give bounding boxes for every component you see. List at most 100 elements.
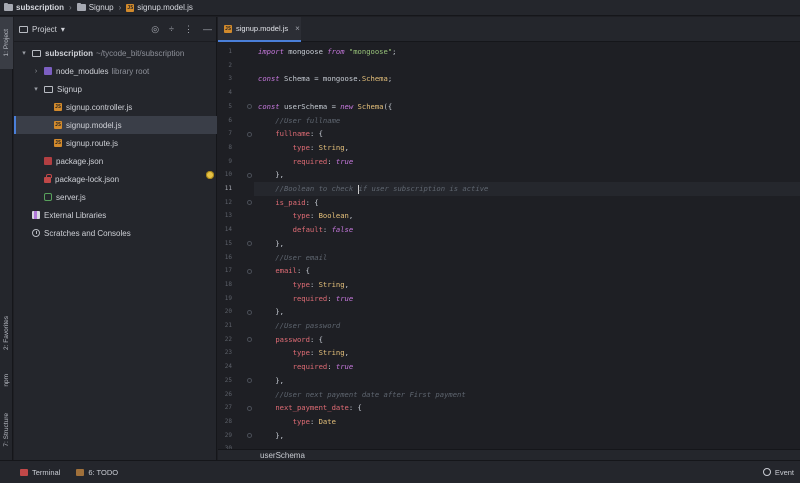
code-line: const Schema = mongoose.Schema; bbox=[258, 72, 392, 86]
project-panel: Project ▾ ◎ ÷ ⋮ — ▾ subscription ~/tycode_… bbox=[14, 17, 217, 460]
tree-item[interactable]: › node_modules library root bbox=[14, 62, 217, 80]
code-token: ; bbox=[392, 47, 397, 56]
code-token: from bbox=[327, 47, 345, 56]
breadcrumb-file[interactable]: JS signup.model.js bbox=[126, 3, 193, 12]
code-token: : bbox=[322, 225, 332, 235]
fold-marker-icon[interactable] bbox=[247, 405, 252, 411]
code-line: email: { bbox=[258, 264, 310, 278]
line-number-gutter: 1 2 3 4 5 6 7 8 9 10 11 12 13 14 15 16 17 18 19 20 21 22 23 24 2… bbox=[206, 42, 254, 452]
tree-item[interactable]: ▾ subscription ~/tycode_bit/subscription bbox=[14, 44, 217, 62]
fold-marker-icon[interactable] bbox=[247, 309, 252, 315]
code-token: : bbox=[327, 362, 336, 372]
fold-marker-icon[interactable] bbox=[247, 104, 252, 110]
project-title[interactable]: Project bbox=[32, 25, 57, 34]
event-label: Event bbox=[774, 467, 794, 477]
tab-project[interactable]: 1: Project bbox=[0, 17, 13, 69]
close-icon[interactable]: × bbox=[295, 24, 300, 33]
tree-item[interactable]: server.js bbox=[14, 188, 217, 206]
tab-favorites-label: 2: Favorites bbox=[3, 316, 10, 350]
code-token: : bbox=[309, 416, 319, 426]
fold-marker-icon[interactable] bbox=[247, 337, 252, 343]
event-log-icon bbox=[762, 468, 771, 476]
line-number: 14 bbox=[224, 226, 232, 234]
line-number: 12 bbox=[224, 198, 232, 206]
tree-item[interactable]: ▾ Signup bbox=[14, 80, 217, 98]
code-token: Schema bbox=[361, 74, 388, 84]
folder-icon bbox=[32, 49, 41, 57]
code-token: Schema bbox=[357, 101, 384, 111]
fold-marker-icon[interactable] bbox=[247, 131, 252, 137]
code-token: : { bbox=[305, 197, 319, 207]
chevron-icon[interactable]: ▾ bbox=[20, 49, 28, 57]
code-breadcrumb[interactable]: userSchema bbox=[218, 449, 800, 460]
chevron-right-icon: › bbox=[118, 3, 122, 12]
code-token: userSchema = bbox=[279, 101, 341, 111]
tree-item[interactable]: JS signup.model.js bbox=[14, 116, 217, 134]
code-line: default: false bbox=[258, 223, 354, 237]
fold-marker-icon[interactable] bbox=[247, 241, 252, 247]
fold-marker-icon[interactable] bbox=[247, 433, 252, 439]
breadcrumb-root-label: subscription bbox=[16, 3, 65, 12]
todo-label: 6: TODO bbox=[88, 467, 119, 477]
tab-npm[interactable]: npm bbox=[0, 365, 13, 395]
tree-item-label: signup.controller.js bbox=[66, 102, 133, 112]
locate-icon[interactable]: ◎ bbox=[151, 24, 159, 35]
tree-item-label: subscription bbox=[45, 48, 94, 58]
code-token: : { bbox=[309, 334, 323, 344]
code-token: : { bbox=[348, 403, 362, 413]
code-token: fullname bbox=[275, 129, 310, 139]
code-token: ; bbox=[387, 74, 393, 84]
code-token: //User next payment date after First pay… bbox=[258, 389, 466, 399]
breadcrumb-root[interactable]: subscription bbox=[4, 2, 65, 12]
hide-icon[interactable]: — bbox=[203, 24, 212, 34]
fold-marker-icon[interactable] bbox=[247, 172, 252, 178]
tree-item[interactable]: package-lock.json bbox=[14, 170, 217, 188]
chevron-icon[interactable]: › bbox=[32, 68, 40, 75]
chevron-right-icon: › bbox=[69, 3, 72, 12]
line-number: 23 bbox=[224, 349, 232, 357]
event-log-button[interactable]: Event bbox=[762, 467, 794, 477]
code-token: : bbox=[309, 348, 319, 358]
chevron-down-icon[interactable]: ▾ bbox=[61, 25, 65, 34]
fold-marker-icon[interactable] bbox=[247, 378, 252, 384]
tab-signup-model[interactable]: JS signup.model.js × bbox=[218, 17, 301, 42]
code-token: type bbox=[292, 211, 310, 221]
tree-item[interactable]: JS signup.controller.js bbox=[14, 98, 217, 116]
code-token: }, bbox=[258, 430, 284, 440]
node-file-icon bbox=[44, 193, 52, 201]
tree-item[interactable]: package.json bbox=[14, 152, 217, 170]
line-number: 16 bbox=[224, 253, 232, 261]
code-line: type: Date bbox=[258, 415, 336, 429]
code-token: String bbox=[318, 142, 345, 152]
code-token: //User email bbox=[258, 252, 328, 262]
code-line: const userSchema = new Schema({ bbox=[258, 100, 392, 114]
fold-marker-icon[interactable] bbox=[247, 268, 252, 274]
editor-tab-bar: JS signup.model.js × bbox=[218, 17, 800, 42]
fold-marker-icon[interactable] bbox=[247, 200, 252, 206]
code-token: : bbox=[327, 293, 336, 303]
tree-item[interactable]: Scratches and Consoles bbox=[14, 224, 217, 242]
chevron-icon[interactable]: ▾ bbox=[32, 85, 40, 93]
collapse-icon[interactable]: ÷ bbox=[169, 24, 174, 34]
project-panel-header: Project ▾ ◎ ÷ ⋮ — bbox=[14, 17, 216, 42]
breadcrumb-folder[interactable]: Signup bbox=[76, 2, 114, 12]
tab-favorites[interactable]: 2: Favorites bbox=[0, 305, 13, 361]
tab-structure[interactable]: 7: Structure bbox=[0, 403, 13, 457]
line-number: 17 bbox=[224, 267, 232, 275]
tree-item[interactable]: JS signup.route.js bbox=[14, 134, 217, 152]
tree-item-label: server.js bbox=[56, 192, 86, 202]
tree-item[interactable]: External Libraries bbox=[14, 206, 217, 224]
options-icon[interactable]: ⋮ bbox=[184, 24, 193, 35]
code-token: mongoose bbox=[283, 47, 328, 56]
line-number: 5 bbox=[228, 102, 232, 110]
terminal-button[interactable]: Terminal bbox=[20, 468, 60, 477]
code-breadcrumb-label: userSchema bbox=[260, 451, 305, 460]
line-number: 25 bbox=[224, 376, 232, 384]
line-number: 29 bbox=[224, 431, 232, 439]
code-area[interactable]: import mongoose from "mongoose"; const Sc… bbox=[254, 42, 800, 440]
todo-button[interactable]: 6: TODO bbox=[76, 468, 118, 477]
code-token: type bbox=[292, 142, 310, 152]
